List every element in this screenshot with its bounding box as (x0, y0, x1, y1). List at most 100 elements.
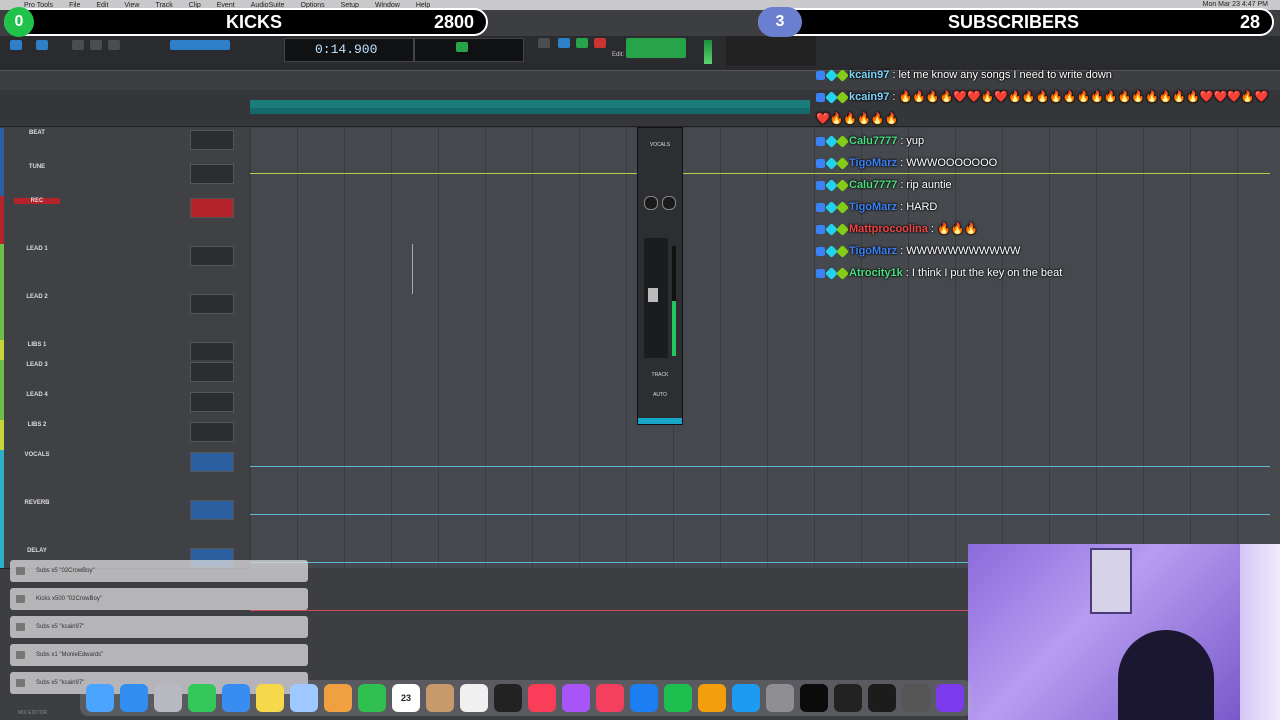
track-row[interactable]: LEAD 3 (0, 360, 248, 391)
photos-icon[interactable] (324, 684, 352, 712)
track-row[interactable]: LIBS 1 (0, 340, 248, 362)
track-row[interactable]: LEAD 4 (0, 390, 248, 421)
notes-icon[interactable] (256, 684, 284, 712)
count-off-panel[interactable] (626, 38, 686, 58)
facetime-icon[interactable] (358, 684, 386, 712)
track-name[interactable]: LIBS 2 (14, 422, 60, 428)
launchpad-icon[interactable] (154, 684, 182, 712)
vocals-channel-strip[interactable]: VOCALS TRACK AUTO (637, 127, 683, 425)
track-name[interactable]: LEAD 1 (14, 246, 60, 252)
news-icon[interactable] (596, 684, 624, 712)
track-io-selector[interactable] (190, 164, 234, 184)
track-row[interactable]: LEAD 1 (0, 244, 248, 293)
trim-tool-button[interactable] (90, 40, 102, 50)
track-io-selector[interactable] (190, 130, 234, 150)
zoom-button[interactable] (72, 40, 84, 50)
grid-nudge-panel[interactable] (726, 36, 816, 66)
track-io-selector[interactable] (190, 362, 234, 382)
return-to-zero-button[interactable] (538, 38, 550, 48)
obs-icon[interactable] (868, 684, 896, 712)
selector-tool-button[interactable] (108, 40, 120, 50)
chat-badge-icon (836, 68, 849, 82)
tempo-ruler[interactable] (250, 100, 810, 108)
track-name[interactable]: LIBS 1 (14, 342, 60, 348)
tv-icon[interactable] (494, 684, 522, 712)
settings-icon[interactable] (766, 684, 794, 712)
track-row[interactable]: LIBS 2 (0, 420, 248, 451)
reminders-icon[interactable] (460, 684, 488, 712)
music-icon[interactable] (528, 684, 556, 712)
track-io-selector[interactable] (190, 392, 234, 412)
gift-icon (16, 595, 25, 603)
shuffle-mode-button[interactable] (10, 40, 22, 50)
smart-tool-button[interactable] (170, 40, 230, 50)
track-name[interactable]: LEAD 4 (14, 392, 60, 398)
misc-icon[interactable] (902, 684, 930, 712)
chat-username[interactable]: TigoMarz (849, 152, 897, 174)
slip-mode-button[interactable] (36, 40, 48, 50)
sub-counter[interactable] (414, 38, 524, 62)
chat-username[interactable]: TigoMarz (849, 196, 897, 218)
track-row[interactable]: REVERB (0, 498, 248, 547)
podcasts-icon[interactable] (562, 684, 590, 712)
meter-ruler[interactable] (250, 108, 810, 114)
track-io-selector[interactable] (190, 342, 234, 362)
track-name[interactable]: LEAD 2 (14, 294, 60, 300)
chat-username[interactable]: TigoMarz (849, 240, 897, 262)
track-io-selector[interactable] (190, 422, 234, 442)
chat-text: : 🔥🔥🔥 (930, 223, 979, 235)
misc2-icon[interactable] (936, 684, 964, 712)
volume-fader-cap[interactable] (648, 288, 658, 302)
chat-message: kcain97: 🔥🔥🔥🔥❤️❤️🔥❤️🔥🔥🔥🔥🔥🔥🔥🔥🔥🔥🔥🔥🔥🔥❤️❤️❤️… (816, 86, 1276, 108)
chat-username[interactable]: Calu7777 (849, 174, 897, 196)
track-io-selector[interactable] (190, 452, 234, 472)
track-io-selector[interactable] (190, 246, 234, 266)
alerts-list: Subs x5 "02CrowBoy" Kicks x500 "02CrowBoy… (10, 560, 308, 700)
stop-button[interactable] (558, 38, 570, 48)
level-meter (672, 246, 676, 356)
chat-username[interactable]: kcain97 (849, 64, 889, 86)
track-io-selector[interactable] (190, 198, 234, 218)
chat-username[interactable]: Calu7777 (849, 130, 897, 152)
track-list: BEAT TUNE REC LEAD 1 LEAD 2 LIBS 1 LEAD 3 LEAD … (0, 128, 248, 569)
strip-color-bar (638, 418, 682, 424)
chat-username[interactable]: kcain97 (849, 86, 889, 108)
messages-icon[interactable] (188, 684, 216, 712)
ilok-icon[interactable] (834, 684, 862, 712)
track-name[interactable]: REVERB (14, 500, 60, 506)
track-name[interactable]: DELAY (14, 548, 60, 554)
record-button[interactable] (594, 38, 606, 48)
calendar-icon[interactable]: 23 (392, 684, 420, 712)
contacts-icon[interactable] (426, 684, 454, 712)
safari-icon[interactable] (120, 684, 148, 712)
track-row[interactable]: LEAD 2 (0, 292, 248, 341)
track-name[interactable]: TUNE (14, 164, 60, 170)
mail-icon[interactable] (222, 684, 250, 712)
track-row[interactable]: REC (0, 196, 248, 245)
chat-username[interactable]: Mattprocoolina (849, 218, 928, 240)
chat-username[interactable]: Atrocity1k (849, 262, 903, 284)
pages-icon[interactable] (698, 684, 726, 712)
appstore-icon[interactable] (732, 684, 760, 712)
track-row[interactable]: BEAT (0, 128, 248, 163)
chat-badge-icon (816, 158, 825, 168)
track-name[interactable]: LEAD 3 (14, 362, 60, 368)
main-counter[interactable]: 0:14.900 (284, 38, 414, 62)
webcam-feed (968, 544, 1280, 720)
track-io-selector[interactable] (190, 294, 234, 314)
track-row[interactable]: VOCALS (0, 450, 248, 499)
send-knob-2[interactable] (662, 196, 676, 210)
finder-icon[interactable] (86, 684, 114, 712)
track-name[interactable]: VOCALS (14, 452, 60, 458)
track-name[interactable]: REC (14, 198, 60, 204)
preview-icon[interactable] (290, 684, 318, 712)
input-status-button[interactable] (456, 42, 468, 52)
track-io-selector[interactable] (190, 500, 234, 520)
track-name[interactable]: BEAT (14, 130, 60, 136)
track-row[interactable]: TUNE (0, 162, 248, 197)
send-knob-1[interactable] (644, 196, 658, 210)
numbers-icon[interactable] (664, 684, 692, 712)
play-button[interactable] (576, 38, 588, 48)
keynote-icon[interactable] (630, 684, 658, 712)
protools-icon[interactable] (800, 684, 828, 712)
